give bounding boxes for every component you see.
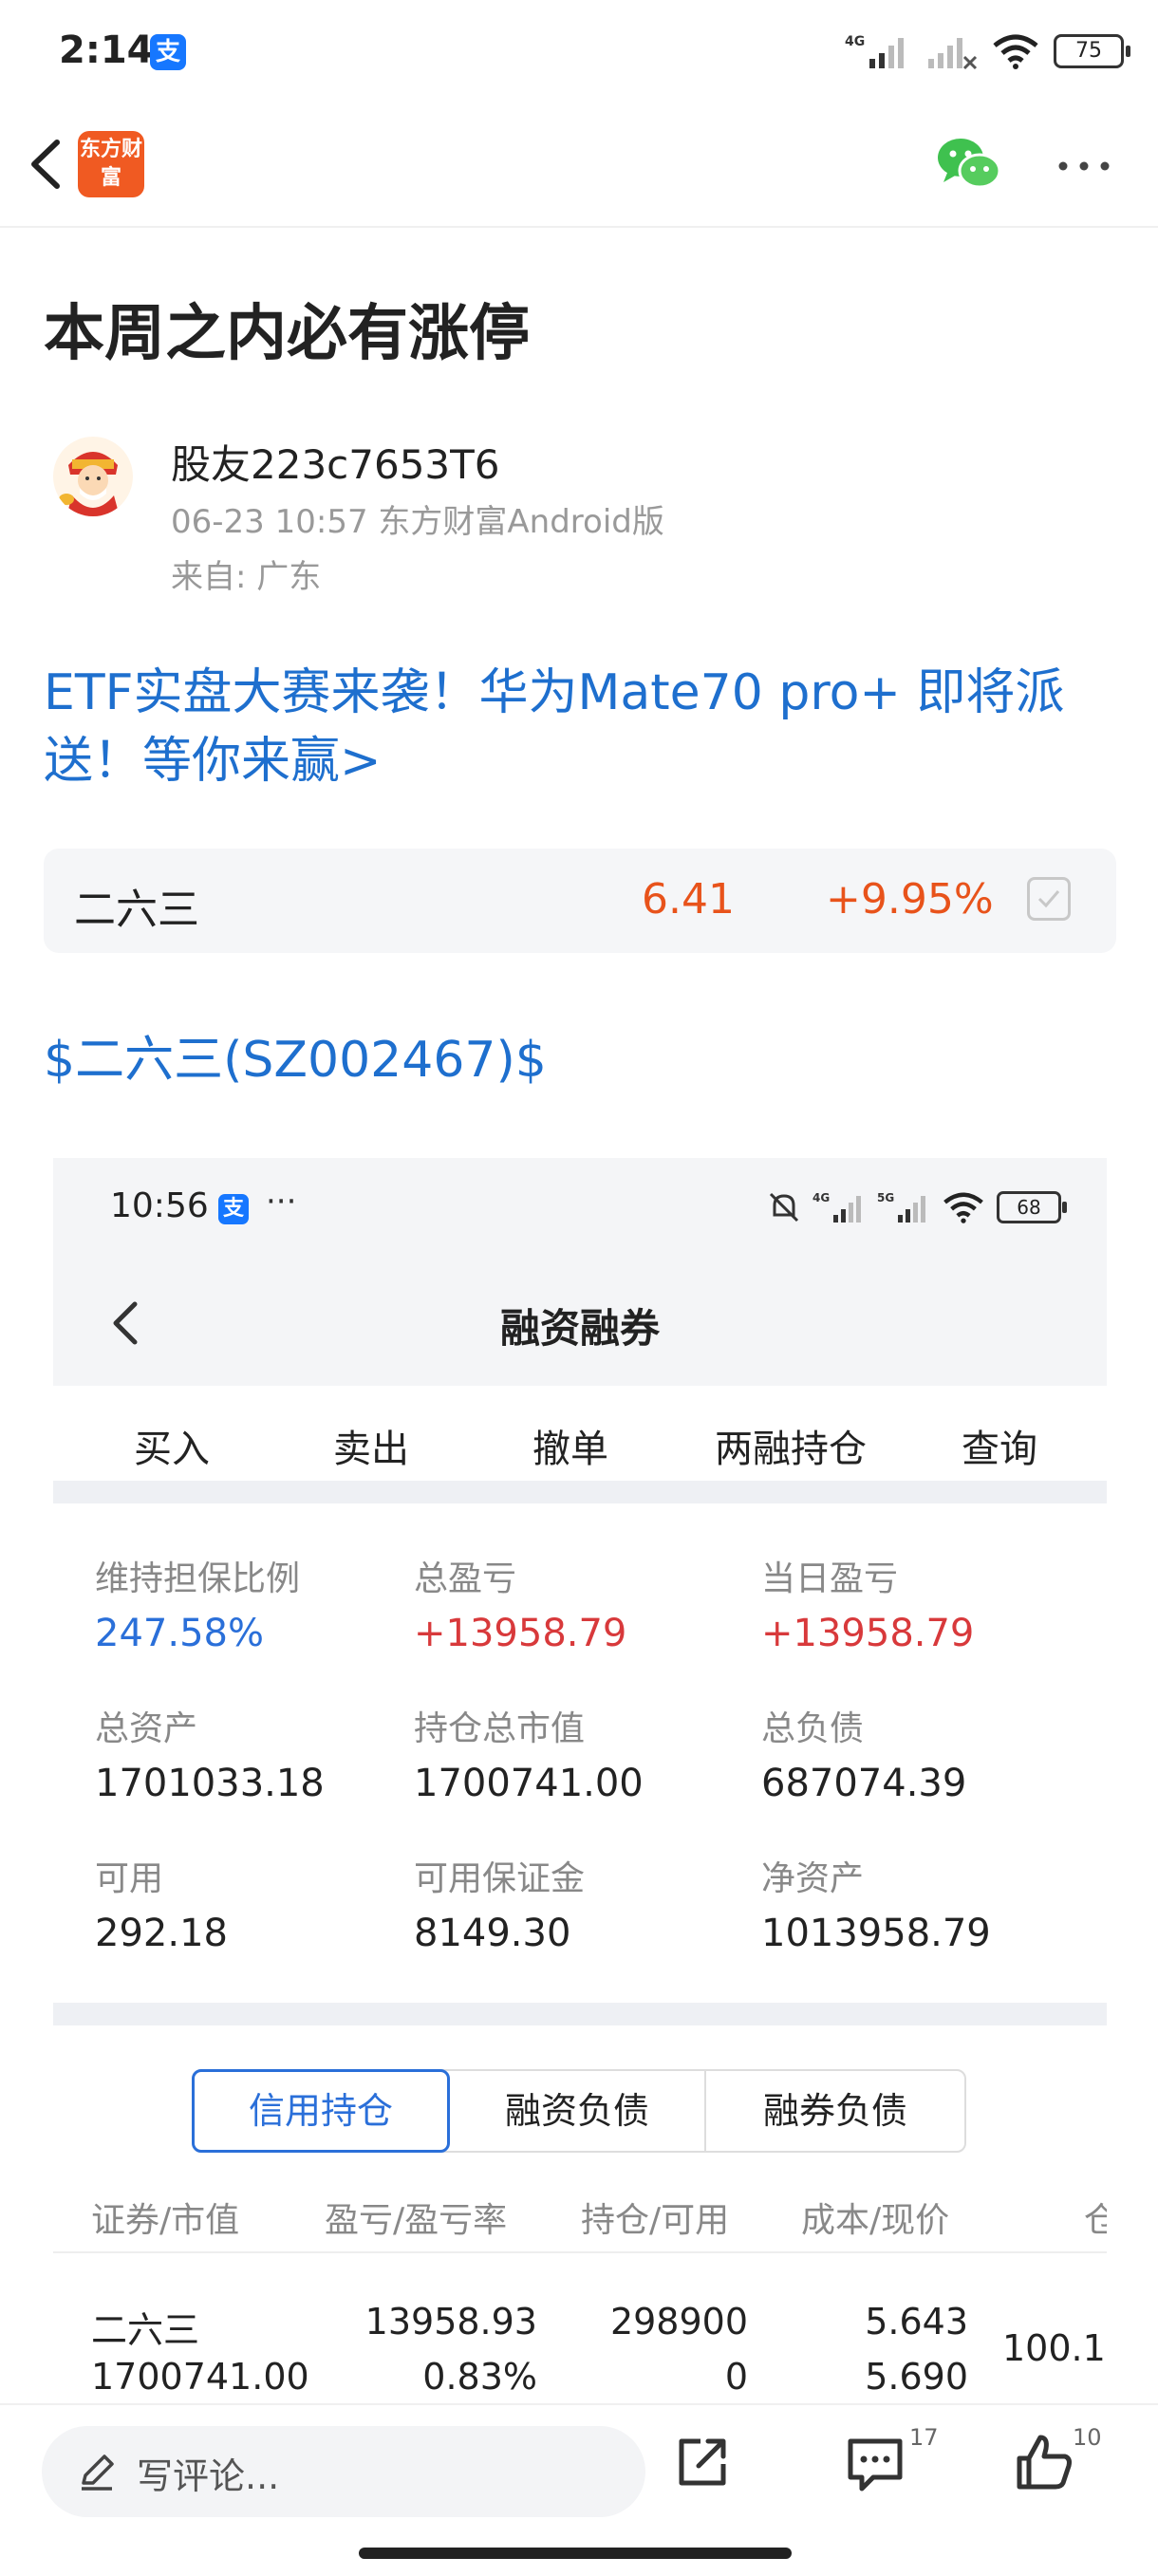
stock-tag-link[interactable]: $二六三(SZ002467)$ (44, 1019, 547, 1091)
stat-value-net-assets: 1013958.79 (761, 1912, 991, 1955)
col-header-pnl[interactable]: 盈亏/盈亏率 (325, 2193, 507, 2242)
status-icons: 4G 75 (845, 32, 1130, 70)
comment-icon[interactable] (845, 2434, 906, 2494)
embedded-battery-indicator: 68 (997, 1191, 1067, 1223)
embedded-signal-5g-icon: 5G (877, 1191, 925, 1223)
stat-label-total-pnl: 总盈亏 (414, 1559, 517, 1598)
home-indicator[interactable] (359, 2548, 792, 2559)
promo-link[interactable]: ETF实盘大赛来袭！华为Mate70 pro+ 即将派送！等你来赢> (44, 659, 1116, 795)
tab-query[interactable]: 查询 (900, 1418, 1099, 1473)
check-icon (1037, 890, 1060, 908)
tab-buy[interactable]: 买入 (72, 1418, 271, 1473)
row-pnl: 13958.93 (364, 2301, 537, 2343)
stat-value-available: 292.18 (95, 1912, 228, 1955)
stat-value-total-liabilities: 687074.39 (761, 1762, 967, 1805)
stat-label-available-margin: 可用保证金 (414, 1859, 586, 1898)
row-cost: 5.643 (865, 2301, 968, 2343)
post-title: 本周之内必有涨停 (44, 299, 530, 369)
embedded-signal-4g-icon: 4G (812, 1191, 861, 1223)
tab-cancel-order[interactable]: 撤单 (471, 1418, 670, 1473)
share-icon[interactable] (672, 2432, 733, 2492)
row-price: 5.690 (865, 2356, 968, 2398)
svg-text:4G: 4G (845, 34, 865, 49)
stat-value-total-assets: 1701033.18 (95, 1762, 325, 1805)
segment-credit-positions[interactable]: 信用持仓 (192, 2069, 450, 2153)
svg-text:5G: 5G (877, 1191, 894, 1204)
comment-input[interactable]: 写评论... (42, 2426, 645, 2517)
stat-label-maintenance-ratio: 维持担保比例 (95, 1559, 301, 1598)
col-header-position[interactable]: 仓 (1084, 2193, 1107, 2242)
comment-count: 17 (909, 2424, 939, 2451)
row-available: 0 (724, 2356, 748, 2398)
stat-value-available-margin: 8149.30 (414, 1912, 571, 1955)
row-pnl-rate: 0.83% (422, 2356, 537, 2398)
alipay-notification-icon: 支 (150, 34, 186, 70)
stat-label-total-assets: 总资产 (95, 1709, 198, 1748)
like-icon[interactable] (1014, 2432, 1074, 2492)
stat-label-daily-pnl: 当日盈亏 (761, 1559, 899, 1598)
segmented-control: 信用持仓 融资负债 融券负债 (192, 2069, 966, 2153)
segment-financing-liabilities[interactable]: 融资负债 (450, 2071, 706, 2151)
embedded-status-icons: 4G 5G 68 (767, 1190, 1067, 1224)
status-bar: 2:14 支 4G 75 (0, 0, 1158, 104)
tab-margin-positions[interactable]: 两融持仓 (691, 1418, 890, 1473)
stat-label-net-assets: 净资产 (761, 1859, 865, 1898)
pen-icon (82, 2455, 114, 2491)
segment-securities-lending-liabilities[interactable]: 融券负债 (706, 2071, 964, 2151)
mute-bell-icon (769, 1192, 799, 1223)
col-header-cost[interactable]: 成本/现价 (801, 2193, 949, 2242)
wechat-icon[interactable] (936, 133, 1002, 196)
embedded-status-time: 10:56 (110, 1186, 209, 1225)
wifi-icon (993, 34, 1038, 69)
embedded-page-title: 融资融券 (499, 1305, 660, 1352)
stat-value-daily-pnl: +13958.79 (761, 1612, 975, 1655)
bottom-action-bar: 写评论... 17 10 (0, 2403, 1158, 2576)
signal-off-icon (928, 38, 978, 70)
like-count: 10 (1073, 2424, 1102, 2451)
divider (53, 1481, 1107, 1503)
comment-placeholder: 写评论... (137, 2455, 280, 2497)
embedded-alipay-icon: 支 (218, 1194, 249, 1224)
post-location: 来自: 广东 (171, 558, 322, 596)
divider (53, 2003, 1107, 2025)
quote-price: 6.41 (642, 875, 735, 924)
avatar-figure-icon (59, 452, 120, 516)
add-watchlist-checkbox[interactable] (1027, 877, 1071, 921)
row-position-ratio: 100.1( (1002, 2327, 1107, 2369)
stat-value-maintenance-ratio: 247.58% (95, 1612, 264, 1655)
avatar[interactable] (53, 437, 133, 516)
embedded-more-dots: ··· (266, 1183, 297, 1221)
stat-label-available: 可用 (95, 1859, 164, 1898)
quote-change: +9.95% (826, 875, 994, 924)
tab-sell[interactable]: 卖出 (271, 1418, 471, 1473)
stat-value-total-pnl: +13958.79 (414, 1612, 627, 1655)
col-header-holding[interactable]: 持仓/可用 (581, 2193, 729, 2242)
embedded-status-bar: 10:56 支 ··· 4G 5G 68 (53, 1158, 1107, 1253)
row-market-value: 1700741.00 (91, 2356, 309, 2398)
author-name[interactable]: 股友223c7653T6 (171, 433, 500, 491)
stat-label-total-liabilities: 总负债 (761, 1709, 865, 1748)
stock-quote-card[interactable]: 二六三 6.41 +9.95% (44, 849, 1116, 953)
post-meta: 06-23 10:57 东方财富Android版 (171, 503, 664, 541)
status-time: 2:14 (59, 28, 154, 72)
table-header-divider (53, 2251, 1107, 2253)
stat-value-market-value: 1700741.00 (414, 1762, 644, 1805)
table-row[interactable]: 二六三 1700741.00 13958.93 0.83% 298900 0 5… (53, 2259, 1107, 2401)
col-header-security[interactable]: 证券/市值 (91, 2193, 239, 2242)
signal-4g-icon: 4G (845, 34, 904, 68)
nav-bar: 东方财富 (0, 104, 1158, 228)
row-holding: 298900 (609, 2301, 748, 2343)
app-logo[interactable]: 东方财富 (78, 131, 144, 197)
embedded-header: 融资融券 (53, 1253, 1107, 1386)
embedded-screenshot[interactable]: 10:56 支 ··· 4G 5G 68 融资融券 买入 卖出 撤单 两融持仓 … (53, 1158, 1107, 2401)
row-security-name: 二六三 (91, 2309, 200, 2351)
back-arrow-icon[interactable] (21, 131, 78, 197)
battery-indicator: 75 (1054, 34, 1130, 68)
embedded-wifi-icon (943, 1192, 983, 1223)
quote-stock-name: 二六三 (74, 886, 199, 934)
more-icon[interactable] (1055, 152, 1112, 180)
stat-label-market-value: 持仓总市值 (414, 1709, 586, 1748)
svg-text:4G: 4G (812, 1191, 830, 1204)
